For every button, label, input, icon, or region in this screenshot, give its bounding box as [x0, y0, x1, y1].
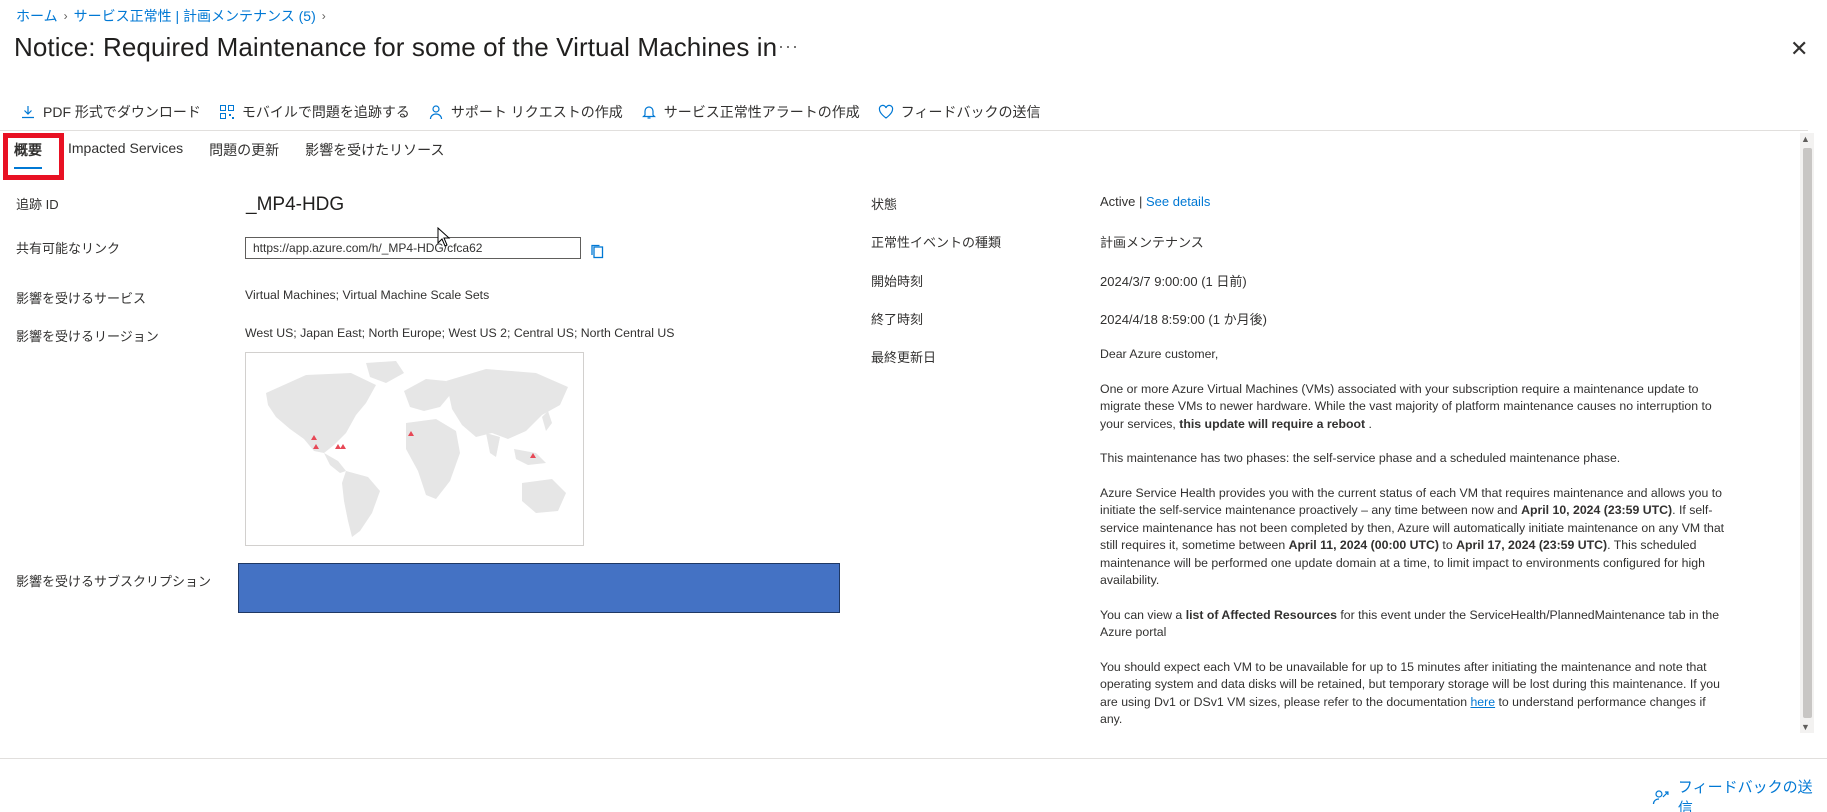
divider — [0, 130, 1808, 131]
breadcrumb-home[interactable]: ホーム — [16, 6, 58, 26]
qr-code-icon — [219, 105, 234, 119]
see-details-link[interactable]: See details — [1146, 194, 1210, 209]
end-time-label: 終了時刻 — [871, 312, 924, 327]
impacted-regions-map — [245, 352, 584, 546]
create-alert-button[interactable]: サービス正常性アラートの作成 — [641, 102, 860, 122]
divider — [0, 758, 1827, 759]
region-marker-north-central-us — [340, 444, 346, 449]
start-time-value: 2024/3/7 9:00:00 (1 日前) — [1100, 274, 1247, 289]
download-pdf-button[interactable]: PDF 形式でダウンロード — [20, 102, 201, 122]
chevron-right-icon: › — [63, 9, 68, 23]
tab-bar: 概要 Impacted Services 問題の更新 影響を受けたリソース — [14, 140, 470, 169]
tab-impacted-services[interactable]: Impacted Services — [68, 140, 183, 169]
status-separator: | — [1135, 194, 1147, 209]
close-button[interactable]: ✕ — [1790, 36, 1808, 62]
feedback-person-icon — [1652, 790, 1669, 805]
create-support-request-button[interactable]: サポート リクエストの作成 — [428, 102, 623, 122]
create-alert-label: サービス正常性アラートの作成 — [663, 104, 860, 120]
create-support-request-label: サポート リクエストの作成 — [450, 104, 623, 120]
end-time-value: 2024/4/18 8:59:00 (1 か月後) — [1100, 312, 1267, 327]
person-icon — [429, 105, 442, 120]
status-label: 状態 — [871, 197, 898, 212]
event-type-value: 計画メンテナンス — [1100, 235, 1204, 250]
start-time-label: 開始時刻 — [871, 274, 924, 289]
shareable-link-field[interactable]: https://app.azure.com/h/_MP4-HDG/cfca62 — [245, 237, 581, 259]
description-paragraph: Azure Service Health provides you with t… — [1100, 485, 1725, 588]
bell-icon — [641, 106, 656, 119]
breadcrumb: ホーム › サービス正常性 | 計画メンテナンス (5) › — [16, 6, 326, 26]
send-feedback-label: フィードバックの送信 — [900, 104, 1041, 120]
event-description: Dear Azure customer, One or more Azure V… — [1100, 346, 1728, 746]
tab-issue-updates[interactable]: 問題の更新 — [209, 140, 279, 169]
more-options-button[interactable]: ··· — [778, 36, 799, 57]
annotation-highlight-box — [3, 133, 64, 180]
impacted-regions-label: 影響を受けるリージョン — [16, 329, 159, 344]
send-feedback-button[interactable]: フィードバックの送信 — [878, 102, 1041, 122]
footer-feedback-label: フィードバックの送信 — [1677, 779, 1813, 812]
scrollbar-thumb[interactable] — [1803, 148, 1812, 718]
region-marker-central-us — [335, 444, 341, 449]
scroll-down-icon[interactable]: ▼ — [1801, 722, 1810, 732]
last-updated-label: 最終更新日 — [871, 350, 937, 365]
event-type-label: 正常性イベントの種類 — [871, 235, 1002, 250]
shareable-link-label: 共有可能なリンク — [16, 241, 121, 256]
chevron-right-icon: › — [321, 9, 326, 23]
documentation-link[interactable]: here — [1470, 695, 1495, 709]
command-bar: PDF 形式でダウンロード モバイルで問題を追跡する サポート リクエストの作成… — [20, 102, 1059, 122]
track-mobile-button[interactable]: モバイルで問題を追跡する — [219, 102, 410, 122]
impacted-subscriptions-label: 影響を受けるサブスクリプション — [16, 574, 212, 589]
footer-feedback-button[interactable]: フィードバックの送信 — [1652, 776, 1827, 812]
redacted-subscription-block — [238, 563, 840, 613]
description-paragraph: This maintenance has two phases: the sel… — [1100, 451, 1621, 465]
download-pdf-label: PDF 形式でダウンロード — [43, 104, 201, 120]
status-value: Active — [1100, 194, 1136, 209]
heart-icon — [878, 104, 893, 119]
description-greeting: Dear Azure customer, — [1100, 347, 1219, 361]
page-title: Notice: Required Maintenance for some of… — [14, 32, 778, 62]
breadcrumb-section[interactable]: サービス正常性 | 計画メンテナンス (5) — [74, 6, 316, 26]
scroll-up-icon[interactable]: ▲ — [1801, 134, 1810, 144]
description-paragraph: One or more Azure Virtual Machines (VMs)… — [1100, 381, 1712, 431]
download-icon — [22, 106, 34, 119]
impacted-services-value: Virtual Machines; Virtual Machine Scale … — [245, 288, 490, 302]
status-value-row: Active | See details — [1100, 194, 1210, 209]
tracking-id-label: 追跡 ID — [16, 197, 59, 212]
tab-impacted-resources[interactable]: 影響を受けたリソース — [305, 140, 444, 169]
description-paragraph: You should expect each VM to be unavaila… — [1100, 659, 1720, 727]
impacted-services-label: 影響を受けるサービス — [16, 291, 147, 306]
description-paragraph: You can view a list of Affected Resource… — [1100, 607, 1720, 640]
track-mobile-label: モバイルで問題を追跡する — [241, 104, 410, 120]
copy-icon[interactable] — [589, 243, 605, 259]
impacted-regions-value: West US; Japan East; North Europe; West … — [245, 326, 675, 340]
tracking-id-value: _MP4-HDG — [246, 194, 345, 215]
mouse-cursor-icon — [437, 227, 451, 247]
